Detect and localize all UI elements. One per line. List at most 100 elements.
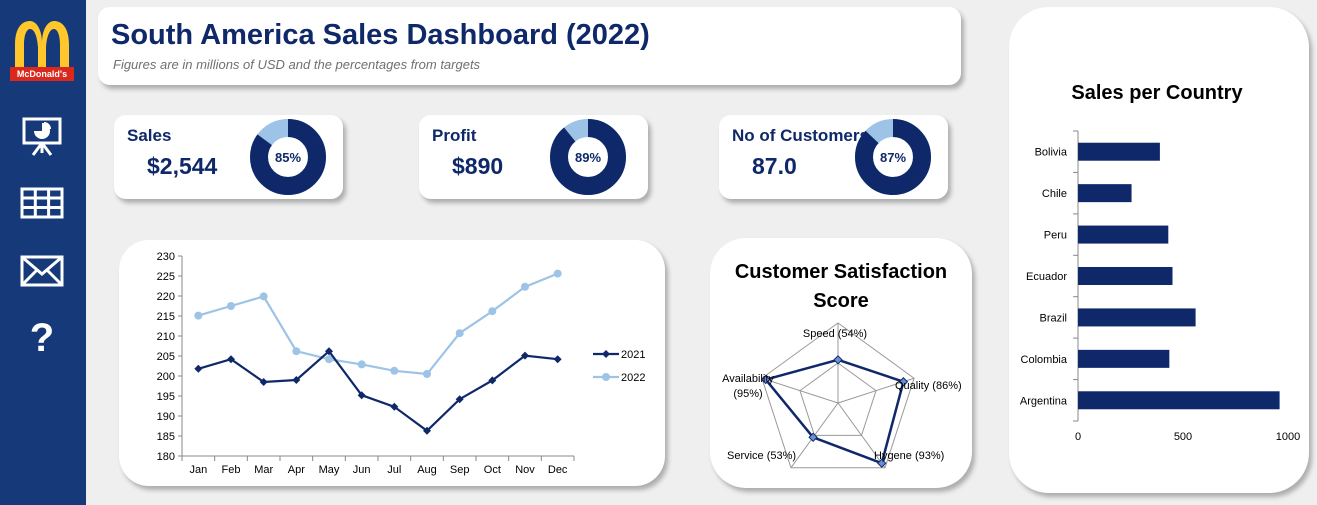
x-tick-label: Aug <box>417 464 437 476</box>
radar-axis-label: Speed (54%) <box>803 328 867 340</box>
logo-text: McDonald's <box>17 69 67 79</box>
presentation-chart-icon <box>22 117 62 156</box>
page-title: South America Sales Dashboard (2022) <box>111 19 650 51</box>
table-button[interactable] <box>18 181 66 225</box>
y-tick-label: 225 <box>157 271 175 283</box>
bar-ecuador <box>1078 267 1173 285</box>
page-subtitle: Figures are in millions of USD and the p… <box>113 57 481 72</box>
x-tick-label: Mar <box>254 464 273 476</box>
bar-peru <box>1078 225 1169 244</box>
kpi-donut-chart: 87% <box>855 119 931 195</box>
x-tick-label: Jul <box>387 464 401 476</box>
y-tick-label: 215 <box>157 311 175 323</box>
kpi-card-customers: No of Customers 87.0 87% <box>719 115 948 199</box>
data-point <box>357 360 366 369</box>
y-tick-label: 205 <box>157 351 175 363</box>
y-tick-label: 230 <box>157 251 175 263</box>
data-point <box>488 307 497 316</box>
y-tick-label: 180 <box>157 451 175 463</box>
mcdonalds-logo: McDonald's <box>10 21 74 81</box>
category-label: Peru <box>1044 230 1067 242</box>
x-tick-label: 1000 <box>1276 431 1300 443</box>
legend-marker <box>602 373 610 381</box>
email-button[interactable] <box>18 249 66 293</box>
donut-percent-label: 85% <box>275 150 301 165</box>
customer-satisfaction-radar-chart: Customer Satisfaction Score Speed (54%) Qua… <box>722 261 962 469</box>
y-tick-label: 190 <box>157 411 175 423</box>
x-tick-label: Nov <box>515 464 535 476</box>
x-tick-label: Sep <box>450 464 470 476</box>
category-label: Ecuador <box>1026 271 1067 283</box>
presentation-button[interactable] <box>18 114 66 158</box>
data-point <box>455 329 464 338</box>
data-point <box>194 364 203 373</box>
kpi-label: Profit <box>432 126 477 145</box>
data-point <box>521 282 529 291</box>
bar-chart-title: Sales per Country <box>1071 82 1243 104</box>
series-line-2021 <box>198 349 558 433</box>
kpi-donut-chart: 85% <box>250 119 326 195</box>
bar-colombia <box>1078 349 1170 368</box>
x-tick-label: 0 <box>1075 431 1081 443</box>
x-tick-label: Feb <box>222 464 241 476</box>
y-tick-label: 210 <box>157 331 175 343</box>
bar-brazil <box>1078 308 1196 327</box>
data-point <box>292 347 301 356</box>
kpi-card-profit: Profit $890 89% <box>419 115 648 199</box>
bar-chile <box>1078 184 1132 203</box>
y-tick-label: 200 <box>157 371 175 383</box>
donut-percent-label: 89% <box>575 150 601 165</box>
x-tick-label: Apr <box>288 464 305 476</box>
legend-label: 2022 <box>621 372 645 384</box>
sales-per-country-card: Sales per Country Bolivia Chile Peru Ecuador… <box>1009 7 1309 493</box>
monthly-sales-line-chart-card: 180 185 190 195 200 205 210 215 220 225 230 Jan Feb M… <box>119 240 665 486</box>
help-button[interactable]: ? <box>18 316 66 360</box>
category-label: Colombia <box>1021 354 1068 366</box>
kpi-donut-chart: 89% <box>550 119 626 195</box>
x-tick-label: 500 <box>1174 431 1192 443</box>
envelope-icon <box>20 255 64 287</box>
kpi-label: Sales <box>127 126 172 145</box>
sidebar: McDonald's ? <box>0 0 86 505</box>
x-tick-label: May <box>319 464 340 476</box>
kpi-value: 87.0 <box>752 153 797 179</box>
x-tick-label: Jun <box>353 464 371 476</box>
sales-per-country-bar-chart: Sales per Country Bolivia Chile Peru Ecuador… <box>1020 82 1300 443</box>
radar-axis-label: Quality (86%) <box>895 380 962 392</box>
y-tick-label: 185 <box>157 431 175 443</box>
category-label: Bolivia <box>1035 147 1068 159</box>
customer-satisfaction-card: Customer Satisfaction Score Speed (54%) Qua… <box>710 238 972 488</box>
kpi-value: $890 <box>452 153 504 179</box>
data-point <box>227 302 235 310</box>
kpi-value: $2,544 <box>147 153 218 179</box>
radar-axis-label: (95%) <box>733 388 762 400</box>
radar-series-line <box>763 358 905 465</box>
legend-label: 2021 <box>621 349 645 361</box>
radar-axis-label: Hygene (93%) <box>874 450 944 462</box>
bar-argentina <box>1078 391 1280 410</box>
radar-axis-label: Availability <box>722 373 774 385</box>
donut-percent-label: 87% <box>880 150 906 165</box>
data-point <box>194 311 203 320</box>
title-card: South America Sales Dashboard (2022) Fig… <box>98 7 961 85</box>
radar-title-line: Customer Satisfaction <box>735 261 947 283</box>
radar-axis-label: Service (53%) <box>727 450 796 462</box>
data-point <box>259 292 268 301</box>
series-line-2022 <box>198 272 559 376</box>
x-tick-label: Dec <box>548 464 568 476</box>
y-tick-label: 195 <box>157 391 175 403</box>
legend-marker <box>602 350 610 358</box>
question-mark-icon: ? <box>29 315 55 360</box>
radar-title-line: Score <box>813 290 869 312</box>
table-grid-icon <box>20 187 64 219</box>
data-point <box>553 269 562 278</box>
category-label: Argentina <box>1020 395 1068 407</box>
radar-data-point <box>833 355 843 365</box>
data-point <box>423 370 431 378</box>
category-label: Chile <box>1042 188 1067 200</box>
category-label: Brazil <box>1039 312 1067 324</box>
monthly-sales-line-chart: 180 185 190 195 200 205 210 215 220 225 230 Jan Feb M… <box>157 251 646 476</box>
data-point <box>390 366 399 375</box>
y-tick-label: 220 <box>157 291 175 303</box>
kpi-label: No of Customers <box>732 126 869 145</box>
